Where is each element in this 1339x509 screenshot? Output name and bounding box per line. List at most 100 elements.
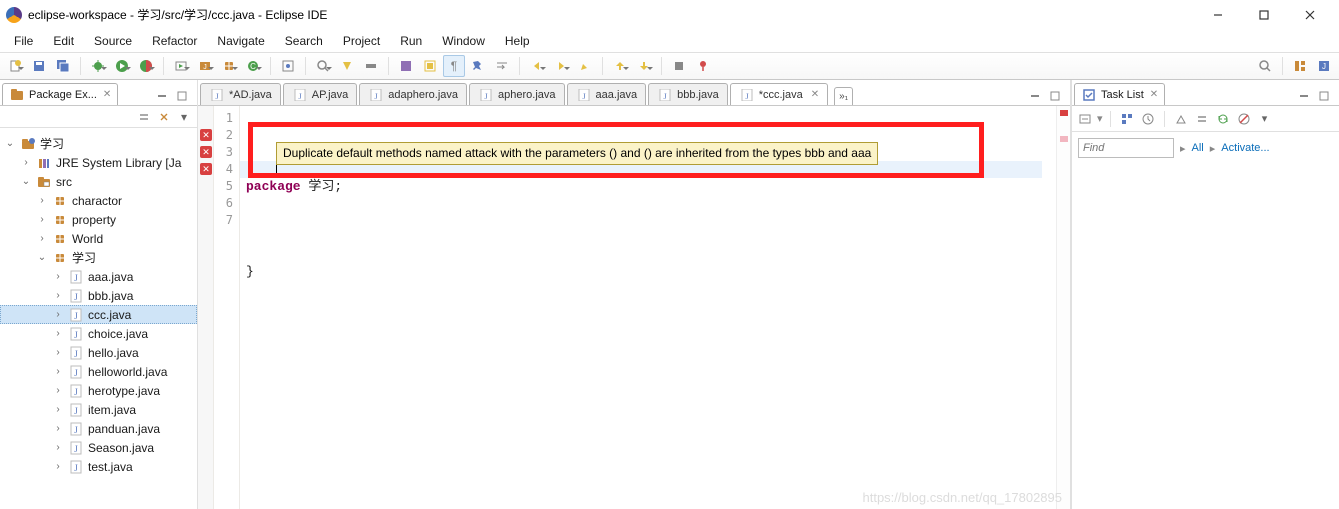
overview-marker[interactable] xyxy=(1060,136,1068,142)
close-icon[interactable]: ✕ xyxy=(1150,89,1158,100)
menu-file[interactable]: File xyxy=(6,32,41,50)
expand-icon[interactable]: › xyxy=(52,271,64,283)
new-task-icon[interactable] xyxy=(1076,110,1094,128)
task-find-input[interactable] xyxy=(1078,138,1174,158)
forward-icon[interactable] xyxy=(550,55,572,77)
close-button[interactable] xyxy=(1287,0,1333,30)
toggle-word-wrap-icon[interactable] xyxy=(491,55,513,77)
task-activate-link[interactable]: Activate... xyxy=(1221,142,1269,154)
package-node-2[interactable]: ›World xyxy=(0,229,197,248)
error-marker-icon[interactable]: ✕ xyxy=(200,146,212,158)
menu-project[interactable]: Project xyxy=(335,32,388,50)
menu-help[interactable]: Help xyxy=(497,32,538,50)
minimize-view-icon[interactable] xyxy=(153,87,171,105)
file-node-0[interactable]: ›Jaaa.java xyxy=(0,267,197,286)
package-node-1[interactable]: ›property xyxy=(0,210,197,229)
file-node-7[interactable]: ›Jitem.java xyxy=(0,400,197,419)
expand-icon[interactable]: › xyxy=(52,404,64,416)
expand-icon[interactable]: › xyxy=(52,442,64,454)
categorize-icon[interactable] xyxy=(1118,110,1136,128)
last-edit-icon[interactable] xyxy=(574,55,596,77)
view-menu-icon[interactable]: ▾ xyxy=(1256,110,1274,128)
prev-annotation-icon[interactable] xyxy=(609,55,631,77)
menu-window[interactable]: Window xyxy=(434,32,493,50)
error-marker-icon[interactable]: ✕ xyxy=(200,129,212,141)
collapse-all-icon[interactable] xyxy=(1193,110,1211,128)
maximize-view-icon[interactable] xyxy=(1046,87,1064,105)
pin-editor-icon[interactable] xyxy=(467,55,489,77)
minimize-view-icon[interactable] xyxy=(1026,87,1044,105)
debug-icon[interactable] xyxy=(87,55,109,77)
minimize-button[interactable] xyxy=(1195,0,1241,30)
error-marker-icon[interactable]: ✕ xyxy=(200,163,212,175)
save-all-icon[interactable] xyxy=(52,55,74,77)
expand-icon[interactable]: › xyxy=(52,385,64,397)
expand-icon[interactable]: › xyxy=(20,157,32,169)
editor-tab-1[interactable]: JAP.java xyxy=(283,83,358,105)
src-node[interactable]: ⌄src xyxy=(0,172,197,191)
search-icon[interactable] xyxy=(312,55,334,77)
close-icon[interactable]: ✕ xyxy=(103,89,111,100)
save-icon[interactable] xyxy=(28,55,50,77)
menu-source[interactable]: Source xyxy=(86,32,140,50)
file-node-8[interactable]: ›Jpanduan.java xyxy=(0,419,197,438)
jre-node[interactable]: ›JRE System Library [Ja xyxy=(0,153,197,172)
overview-ruler[interactable] xyxy=(1056,106,1070,509)
toggle-breadcrumb-icon[interactable] xyxy=(360,55,382,77)
new-class-icon[interactable]: C xyxy=(242,55,264,77)
expand-icon[interactable]: › xyxy=(36,214,48,226)
overview-error-marker[interactable] xyxy=(1060,110,1068,116)
menu-navigate[interactable]: Navigate xyxy=(209,32,272,50)
file-node-9[interactable]: ›JSeason.java xyxy=(0,438,197,457)
annotation-icon[interactable] xyxy=(336,55,358,77)
maximize-button[interactable] xyxy=(1241,0,1287,30)
editor-tab-6[interactable]: J*ccc.java✕ xyxy=(730,83,828,105)
next-annotation-icon[interactable] xyxy=(633,55,655,77)
package-explorer-tab[interactable]: Package Ex... ✕ xyxy=(2,83,118,105)
show-whitespace-icon[interactable]: ¶ xyxy=(443,55,465,77)
maximize-view-icon[interactable] xyxy=(1315,87,1333,105)
new-icon[interactable] xyxy=(4,55,26,77)
file-node-2[interactable]: ›Jccc.java xyxy=(0,305,197,324)
menu-run[interactable]: Run xyxy=(392,32,430,50)
menu-edit[interactable]: Edit xyxy=(45,32,82,50)
package-node-3[interactable]: ⌄学习 xyxy=(0,248,197,267)
java-perspective-icon[interactable]: J xyxy=(1313,55,1335,77)
expand-icon[interactable]: › xyxy=(36,195,48,207)
close-icon[interactable]: ✕ xyxy=(811,89,819,100)
minimize-view-icon[interactable] xyxy=(1295,87,1313,105)
view-menu-icon[interactable]: ▾ xyxy=(175,108,193,126)
file-node-1[interactable]: ›Jbbb.java xyxy=(0,286,197,305)
maximize-view-icon[interactable] xyxy=(173,87,191,105)
code-text-area[interactable]: Duplicate default methods named attack w… xyxy=(240,106,1056,509)
toggle-block-sel-icon[interactable] xyxy=(419,55,441,77)
expand-icon[interactable]: › xyxy=(52,328,64,340)
editor-tab-3[interactable]: Japhero.java xyxy=(469,83,565,105)
task-list-tab[interactable]: Task List ✕ xyxy=(1074,83,1165,105)
open-type-icon[interactable] xyxy=(277,55,299,77)
new-package-icon[interactable] xyxy=(218,55,240,77)
editor-tab-0[interactable]: J*AD.java xyxy=(200,83,281,105)
run-last-icon[interactable] xyxy=(170,55,192,77)
menu-refactor[interactable]: Refactor xyxy=(144,32,205,50)
schedule-icon[interactable] xyxy=(1139,110,1157,128)
collapse-all-icon[interactable] xyxy=(135,108,153,126)
synchronize-icon[interactable] xyxy=(1214,110,1232,128)
open-perspective-icon[interactable] xyxy=(1289,55,1311,77)
project-node[interactable]: ⌄学习 xyxy=(0,134,197,153)
expand-icon[interactable]: › xyxy=(52,347,64,359)
quick-access-icon[interactable] xyxy=(1254,55,1276,77)
file-node-5[interactable]: ›Jhelloworld.java xyxy=(0,362,197,381)
expand-icon[interactable]: › xyxy=(52,309,64,321)
expand-icon[interactable]: › xyxy=(52,423,64,435)
more-tabs-button[interactable]: »₁ xyxy=(834,87,853,105)
build-icon[interactable] xyxy=(668,55,690,77)
run-icon[interactable] xyxy=(111,55,133,77)
back-icon[interactable] xyxy=(526,55,548,77)
expand-icon[interactable]: › xyxy=(36,233,48,245)
file-node-4[interactable]: ›Jhello.java xyxy=(0,343,197,362)
task-find-dropdown-icon[interactable]: ▸ xyxy=(1180,142,1186,155)
pin-icon[interactable] xyxy=(692,55,714,77)
file-node-3[interactable]: ›Jchoice.java xyxy=(0,324,197,343)
expand-icon[interactable]: › xyxy=(52,366,64,378)
